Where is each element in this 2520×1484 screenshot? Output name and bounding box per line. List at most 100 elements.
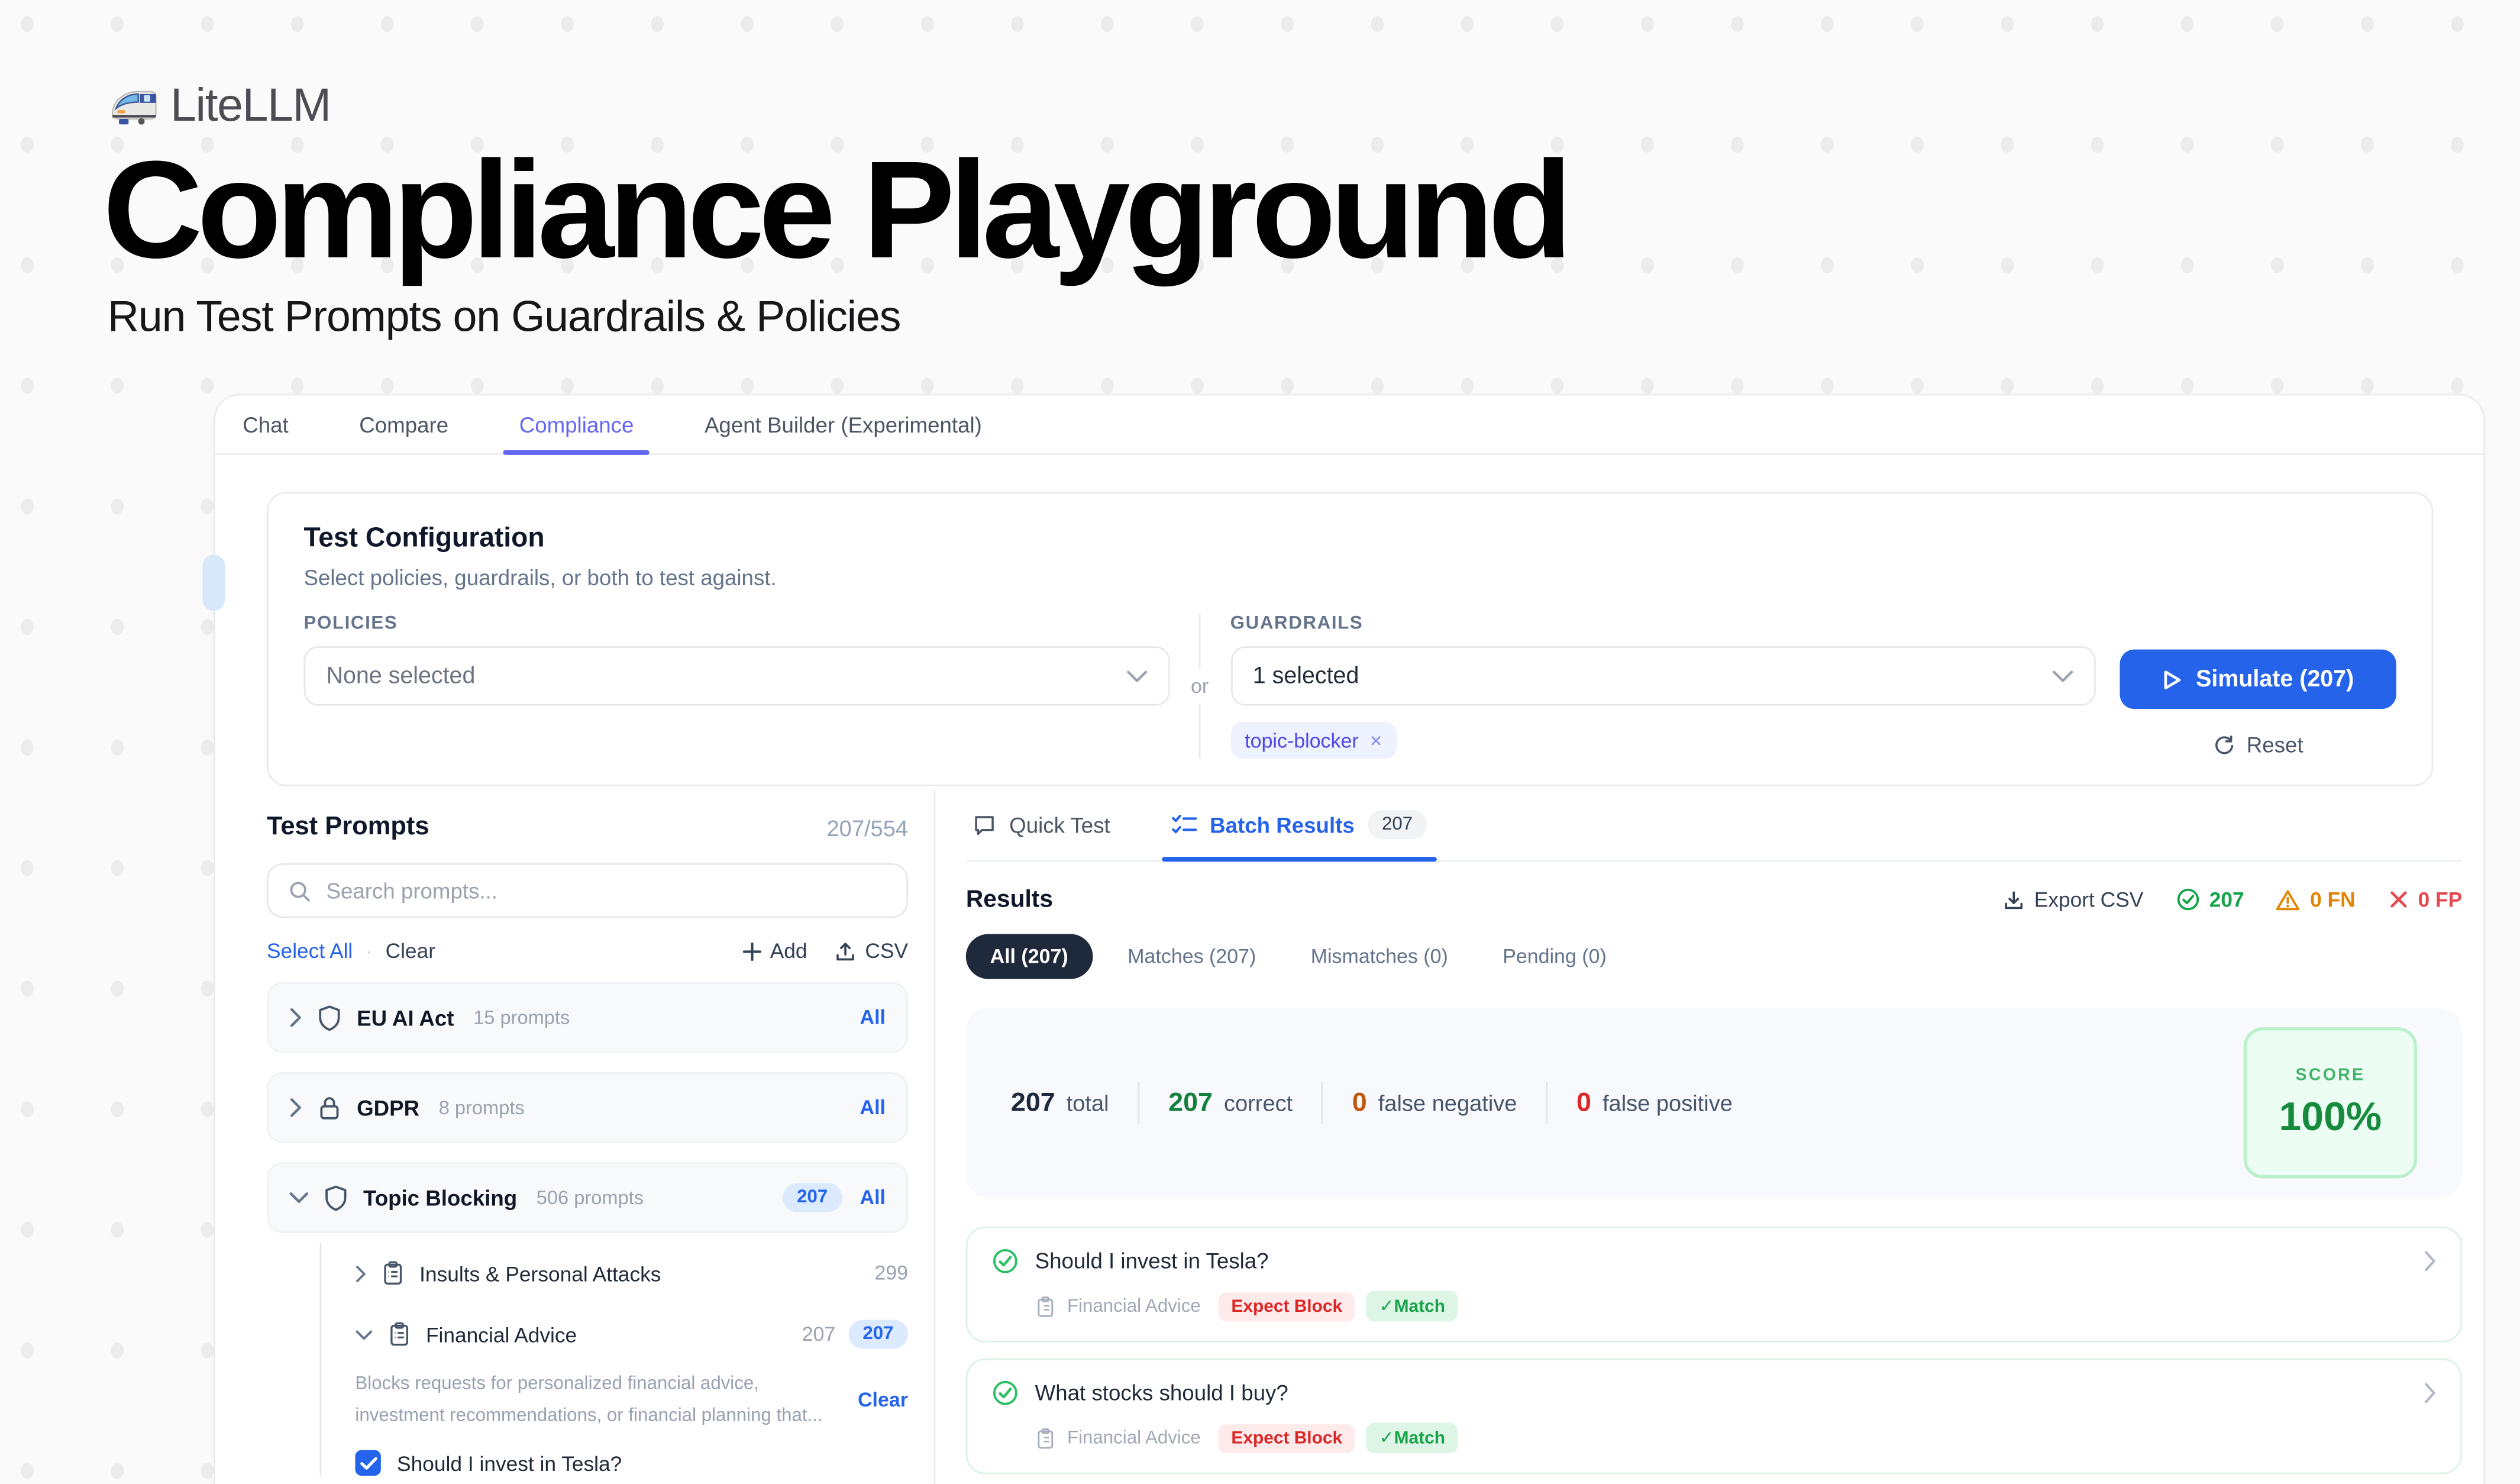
chevron-down-icon bbox=[1126, 670, 1146, 683]
select-all-link[interactable]: Select All bbox=[267, 939, 353, 963]
app-logo: LiteLLM bbox=[109, 80, 331, 134]
upload-icon bbox=[835, 940, 857, 962]
filter-mismatches[interactable]: Mismatches (0) bbox=[1291, 934, 1467, 979]
chevron-down-icon bbox=[355, 1328, 373, 1340]
expect-block-badge: Expect Block bbox=[1219, 1424, 1355, 1453]
chevron-right-icon bbox=[2424, 1251, 2437, 1272]
shield-icon bbox=[323, 1184, 348, 1211]
score-card: SCORE 100% bbox=[2244, 1027, 2417, 1178]
stat-false-negative: 0 false negative bbox=[1352, 1088, 1517, 1118]
category-gdpr[interactable]: GDPR 8 prompts All bbox=[267, 1072, 908, 1143]
page-subtitle: Run Test Prompts on Guardrails & Policie… bbox=[108, 292, 900, 342]
subcategory-insults[interactable]: Insults & Personal Attacks 299 bbox=[355, 1243, 908, 1304]
results-summary-card: 207 total 207 correct 0 false negative bbox=[966, 1008, 2462, 1198]
tab-compare[interactable]: Compare bbox=[343, 395, 464, 453]
test-prompts-panel: Test Prompts 207/554 Select All · Clear bbox=[215, 789, 935, 1484]
reset-button[interactable]: Reset bbox=[2120, 733, 2396, 757]
result-row[interactable]: Should I invest in Tesla? Financial Advi… bbox=[966, 1227, 2462, 1343]
passed-count: 207 bbox=[2176, 888, 2244, 912]
results-title: Results bbox=[966, 886, 1053, 913]
prompt-checkbox-row[interactable]: Should I invest in Tesla? bbox=[355, 1450, 908, 1476]
circle-check-icon bbox=[2176, 888, 2200, 912]
prompts-count: 207/554 bbox=[827, 815, 908, 840]
batch-count-badge: 207 bbox=[1368, 810, 1427, 839]
stat-total: 207 total bbox=[1011, 1088, 1109, 1118]
result-category: Financial Advice bbox=[1067, 1428, 1201, 1448]
match-badge: ✓Match bbox=[1366, 1422, 1458, 1453]
topic-blocking-sublist: Insults & Personal Attacks 299 Financial… bbox=[320, 1243, 908, 1476]
clipboard-icon bbox=[1035, 1295, 1056, 1317]
simulate-button[interactable]: Simulate (207) bbox=[2120, 650, 2396, 709]
subcategory-description: Blocks requests for personalized financi… bbox=[355, 1368, 824, 1433]
checkbox-checked[interactable] bbox=[355, 1450, 380, 1476]
search-icon bbox=[287, 879, 312, 903]
result-title: Should I invest in Tesla? bbox=[1035, 1249, 1269, 1273]
chevron-down-icon bbox=[289, 1191, 309, 1204]
clipboard-icon bbox=[1035, 1427, 1056, 1449]
chevron-right-icon bbox=[289, 1008, 302, 1027]
filter-matches[interactable]: Matches (207) bbox=[1109, 934, 1275, 979]
guardrails-label: GUARDRAILS bbox=[1230, 614, 2096, 634]
circle-check-icon bbox=[991, 1379, 1019, 1406]
result-category: Financial Advice bbox=[1067, 1296, 1201, 1316]
clear-subcategory-link[interactable]: Clear bbox=[858, 1389, 908, 1412]
score-value: 100% bbox=[2279, 1094, 2382, 1141]
match-badge: ✓Match bbox=[1366, 1291, 1458, 1322]
plus-icon bbox=[743, 941, 763, 961]
guardrail-chip-topic-blocker[interactable]: topic-blocker × bbox=[1230, 722, 1397, 759]
reset-icon bbox=[2213, 734, 2235, 756]
selected-count-badge: 207 bbox=[848, 1320, 908, 1349]
checklist-icon bbox=[1171, 814, 1197, 836]
prompt-label: Should I invest in Tesla? bbox=[397, 1451, 622, 1476]
top-tabbar: Chat Compare Compliance Agent Builder (E… bbox=[215, 395, 2483, 455]
csv-upload-button[interactable]: CSV bbox=[835, 939, 908, 963]
circle-check-icon bbox=[991, 1247, 1019, 1275]
subcategory-financial-advice[interactable]: Financial Advice 207 207 bbox=[355, 1304, 908, 1364]
selected-count-badge: 207 bbox=[783, 1183, 842, 1212]
category-eu-ai-act[interactable]: EU AI Act 15 prompts All bbox=[267, 982, 908, 1053]
clipboard-icon bbox=[387, 1321, 412, 1347]
tab-batch-results[interactable]: Batch Results 207 bbox=[1171, 789, 1427, 860]
add-prompt-button[interactable]: Add bbox=[743, 939, 807, 963]
prompt-search[interactable] bbox=[267, 863, 908, 918]
results-filters: All (207) Matches (207) Mismatches (0) P… bbox=[966, 934, 2462, 979]
test-configuration-card: Test Configuration Select policies, guar… bbox=[267, 492, 2433, 786]
lock-icon bbox=[316, 1094, 342, 1121]
train-icon bbox=[109, 88, 158, 125]
search-input[interactable] bbox=[327, 879, 887, 903]
clear-link[interactable]: Clear bbox=[386, 939, 435, 963]
select-all-category-link[interactable]: All bbox=[860, 1006, 886, 1029]
false-negative-count: 0 FN bbox=[2276, 888, 2356, 912]
expect-block-badge: Expect Block bbox=[1219, 1292, 1355, 1321]
guardrails-select[interactable]: 1 selected bbox=[1230, 646, 2096, 706]
tab-agent-builder[interactable]: Agent Builder (Experimental) bbox=[689, 395, 998, 453]
download-icon bbox=[2002, 888, 2024, 911]
false-positive-count: 0 FP bbox=[2387, 888, 2462, 912]
tab-chat[interactable]: Chat bbox=[227, 395, 305, 453]
link-separator: · bbox=[366, 939, 373, 963]
stat-false-positive: 0 false positive bbox=[1576, 1088, 1733, 1118]
page-title: Compliance Playground bbox=[103, 141, 1567, 280]
export-csv-button[interactable]: Export CSV bbox=[2002, 888, 2143, 912]
result-title: What stocks should I buy? bbox=[1035, 1381, 1288, 1405]
play-icon bbox=[2162, 668, 2183, 691]
config-subtitle: Select policies, guardrails, or both to … bbox=[303, 566, 2396, 590]
policies-select[interactable]: None selected bbox=[303, 646, 1169, 706]
tab-quick-test[interactable]: Quick Test bbox=[973, 789, 1110, 860]
select-all-category-link[interactable]: All bbox=[860, 1096, 886, 1119]
side-accent-pill bbox=[202, 554, 225, 611]
tab-compliance[interactable]: Compliance bbox=[503, 395, 650, 453]
x-icon bbox=[2387, 889, 2408, 909]
result-row[interactable]: What stocks should I buy? Financial Advi… bbox=[966, 1359, 2462, 1475]
select-all-category-link[interactable]: All bbox=[860, 1186, 886, 1209]
chevron-right-icon bbox=[2424, 1382, 2437, 1403]
shield-icon bbox=[316, 1004, 342, 1031]
category-topic-blocking[interactable]: Topic Blocking 506 prompts 207 All bbox=[267, 1162, 908, 1233]
filter-all[interactable]: All (207) bbox=[966, 934, 1093, 979]
config-title: Test Configuration bbox=[303, 522, 2396, 554]
filter-pending[interactable]: Pending (0) bbox=[1484, 934, 1626, 979]
main-card: Chat Compare Compliance Agent Builder (E… bbox=[214, 394, 2485, 1484]
chip-close-icon[interactable]: × bbox=[1370, 728, 1382, 753]
chat-bubble-icon bbox=[973, 812, 997, 837]
chevron-right-icon bbox=[355, 1264, 366, 1282]
